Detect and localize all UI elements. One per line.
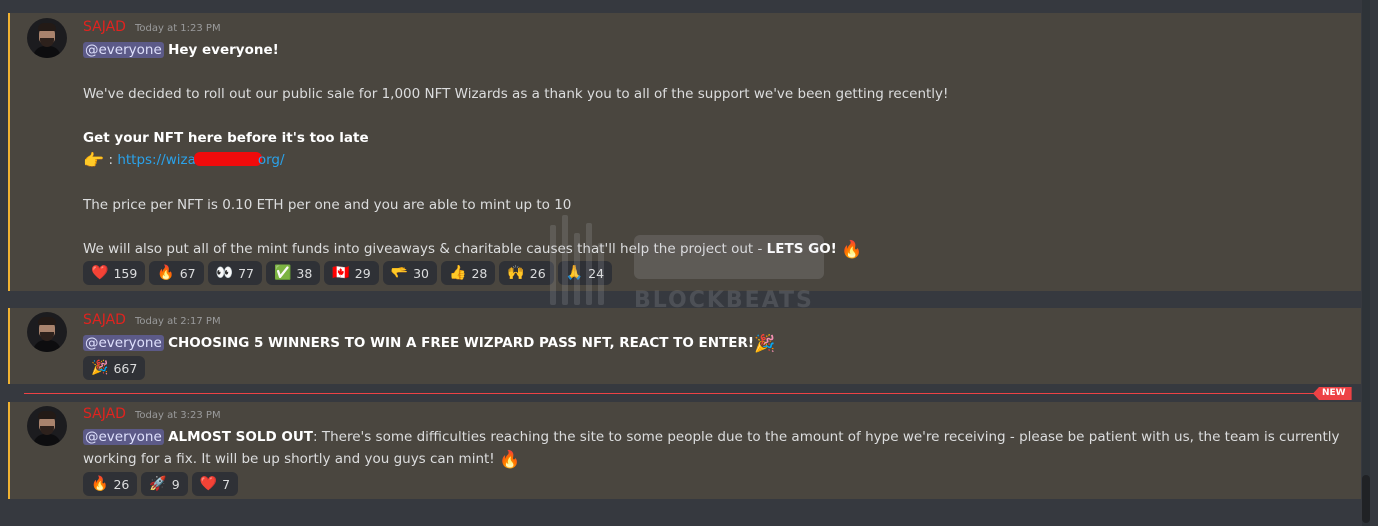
- canada-flag-icon: 🇨🇦: [332, 265, 350, 281]
- pray-icon: 🙏: [565, 265, 584, 281]
- new-messages-divider: [24, 393, 1324, 394]
- message-timestamp: Today at 1:23 PM: [134, 23, 221, 34]
- heart-icon: ❤️: [91, 265, 109, 281]
- author-avatar[interactable]: [27, 312, 67, 352]
- fire-icon: 🔥: [91, 476, 109, 492]
- price-paragraph: The price per NFT is 0.10 ETH per one an…: [83, 197, 572, 213]
- message-timestamp: Today at 3:23 PM: [134, 410, 221, 421]
- message-text-line-2: working for a fix. It will be up shortly…: [83, 451, 500, 467]
- reaction-bar: 🔥 26 🚀 9 ❤️ 7: [83, 472, 239, 496]
- cta-text: Get your NFT here before it's too late: [83, 130, 369, 146]
- scrollbar-thumb[interactable]: [1362, 475, 1370, 523]
- check-icon: ✅: [273, 265, 292, 281]
- rocket-icon: 🚀: [149, 476, 167, 492]
- fire-icon: 🔥: [841, 240, 863, 260]
- author-name[interactable]: SAJAD: [83, 312, 126, 328]
- reaction-heart[interactable]: ❤️ 7: [191, 472, 239, 496]
- raised-hands-icon: 🙌: [507, 265, 525, 281]
- eyes-icon: 👀: [215, 265, 234, 281]
- message-timestamp: Today at 2:17 PM: [134, 316, 221, 327]
- giveaway-paragraph: We will also put all of the mint funds i…: [83, 241, 767, 257]
- fire-icon: 🔥: [157, 265, 175, 281]
- reaction-fire[interactable]: 🔥 67: [149, 261, 204, 285]
- reaction-bar: ❤️ 159 🔥 67 👀 77 ✅ 38 🇨🇦 29 🫳 30 👍 28 🙌 26 🙏 24: [83, 261, 613, 285]
- message-heading: ALMOST SOLD OUT: [168, 429, 314, 445]
- author-avatar[interactable]: [27, 406, 67, 446]
- author-avatar[interactable]: [27, 18, 67, 58]
- fire-icon: 🔥: [499, 450, 521, 470]
- everyone-mention[interactable]: @everyone: [83, 429, 164, 445]
- message-heading: Hey everyone!: [168, 42, 279, 58]
- reaction-raised-hands[interactable]: 🙌 26: [499, 261, 554, 285]
- message-text-line-1: : There's some difficulties reaching the…: [313, 429, 1340, 445]
- reaction-party[interactable]: 🎉 667: [83, 356, 146, 380]
- reaction-rocket[interactable]: 🚀 9: [141, 472, 188, 496]
- message-paragraph: We've decided to roll out our public sal…: [83, 86, 949, 102]
- reaction-hand[interactable]: 🫳 30: [382, 261, 438, 285]
- reaction-bar: 🎉 667: [83, 356, 146, 380]
- lets-go-text: LETS GO!: [766, 241, 837, 257]
- redaction-mark: [193, 152, 262, 166]
- reaction-check[interactable]: ✅ 38: [265, 261, 321, 285]
- author-name[interactable]: SAJAD: [83, 19, 126, 35]
- scrollbar-track[interactable]: [1362, 0, 1370, 526]
- everyone-mention[interactable]: @everyone: [83, 335, 164, 351]
- reaction-eyes[interactable]: 👀 77: [207, 261, 262, 285]
- reaction-heart[interactable]: ❤️ 159: [83, 261, 146, 285]
- pointing-hand-icon: 👉: [83, 151, 105, 171]
- reaction-fire[interactable]: 🔥 26: [83, 472, 138, 496]
- mint-link[interactable]: https://wiza org/: [117, 152, 285, 168]
- party-popper-icon: 🎉: [754, 334, 776, 354]
- message-1[interactable]: SAJAD Today at 1:23 PM @everyone Hey ever…: [8, 13, 1361, 291]
- message-text: CHOOSING 5 WINNERS TO WIN A FREE WIZPARD…: [168, 335, 755, 351]
- everyone-mention[interactable]: @everyone: [83, 42, 164, 58]
- reaction-thumbs-up[interactable]: 👍 28: [441, 261, 496, 285]
- thumbs-up-icon: 👍: [449, 265, 467, 281]
- message-2[interactable]: SAJAD Today at 2:17 PM @everyone CHOOSING…: [8, 308, 1361, 384]
- message-3[interactable]: SAJAD Today at 3:23 PM @everyone ALMOST S…: [8, 402, 1361, 499]
- author-name[interactable]: SAJAD: [83, 406, 126, 422]
- heart-icon: ❤️: [199, 476, 218, 492]
- link-separator: :: [104, 152, 118, 168]
- party-popper-icon: 🎉: [91, 360, 109, 376]
- hand-icon: 🫳: [390, 265, 409, 281]
- reaction-canada-flag[interactable]: 🇨🇦 29: [324, 261, 379, 285]
- new-badge: NEW: [1313, 387, 1352, 400]
- reaction-pray[interactable]: 🙏 24: [557, 261, 613, 285]
